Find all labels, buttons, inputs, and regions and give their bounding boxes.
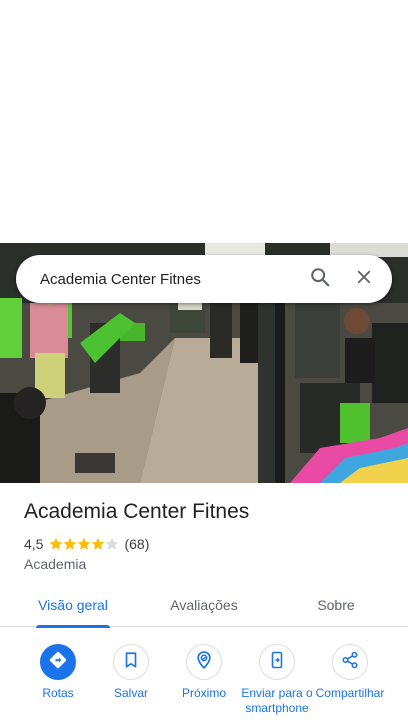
star-icon — [92, 537, 105, 550]
share-label: Compartilhar — [315, 686, 385, 700]
clear-search-button[interactable] — [342, 257, 386, 301]
send-to-phone-button[interactable]: Enviar para o smartphone — [239, 644, 315, 716]
reviews-count: (68) — [124, 536, 150, 552]
nearby-label: Próximo — [181, 686, 226, 700]
directions-icon — [48, 650, 68, 675]
save-button[interactable]: Salvar — [93, 644, 169, 701]
tab-about[interactable]: Sobre — [314, 585, 358, 627]
tab-overview[interactable]: Visão geral — [36, 585, 110, 628]
send-to-phone-label: Enviar para o smartphone — [241, 686, 313, 715]
nearby-icon — [194, 650, 214, 675]
search-button[interactable] — [298, 257, 342, 301]
action-buttons: Rotas Salvar Próximo Enviar para o smart… — [0, 644, 408, 726]
star-half-icon — [106, 537, 119, 550]
rating-value: 4,5 — [24, 536, 44, 552]
tab-reviews[interactable]: Avaliações — [166, 585, 242, 627]
close-icon — [355, 268, 373, 291]
place-category: Academia — [24, 556, 87, 572]
place-name: Academia Center Fitnes — [24, 500, 250, 523]
directions-button[interactable]: Rotas — [20, 644, 96, 701]
rating-stars — [49, 537, 119, 551]
search-input[interactable]: Academia Center Fitnes — [16, 271, 298, 288]
share-button[interactable]: Compartilhar — [312, 644, 388, 701]
map-area[interactable] — [0, 0, 408, 243]
save-label: Salvar — [113, 686, 148, 700]
send-to-phone-icon — [268, 650, 286, 675]
nearby-button[interactable]: Próximo — [166, 644, 242, 701]
share-icon — [341, 651, 359, 674]
star-icon — [64, 537, 77, 550]
star-icon — [78, 537, 91, 550]
bookmark-icon — [122, 651, 140, 674]
star-icon — [50, 537, 63, 550]
place-tabs: Visão geral Avaliações Sobre — [0, 585, 408, 628]
place-details-sheet: Academia Center Fitnes 4,5 (68) Academia… — [0, 483, 408, 726]
search-icon — [309, 266, 331, 293]
directions-label: Rotas — [42, 686, 74, 700]
search-bar[interactable]: Academia Center Fitnes — [16, 255, 392, 303]
rating-row[interactable]: 4,5 (68) — [24, 536, 149, 552]
